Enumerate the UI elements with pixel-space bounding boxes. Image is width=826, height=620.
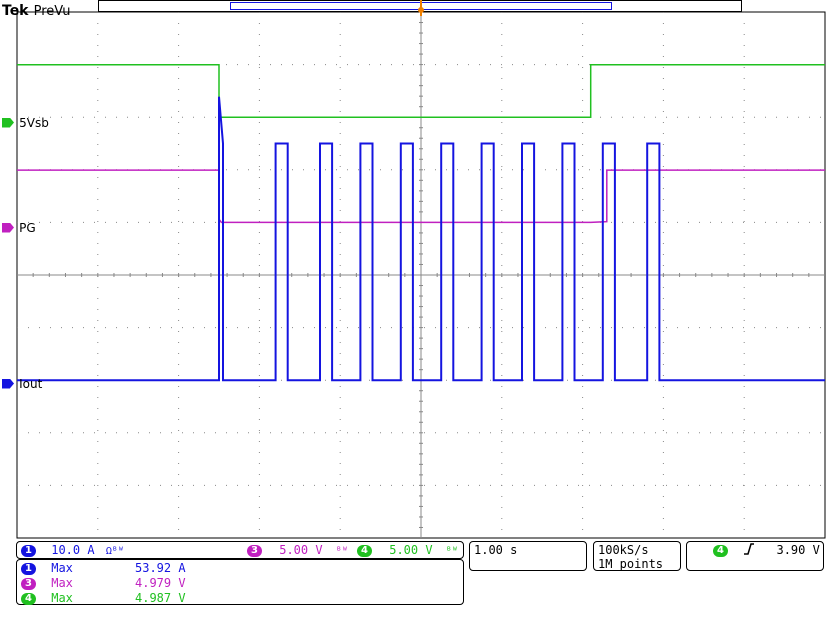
channel-4-marker-icon <box>2 117 14 128</box>
channel-settings-bar[interactable]: 1 10.0 A Ωᴮᵂ 3 5.00 V ᴮᵂ 4 5.00 V ᴮᵂ <box>16 541 464 559</box>
ch3-scale: 5.00 V <box>279 543 323 557</box>
channel-4-label: 5Vsb <box>2 112 49 131</box>
measurement-row: 1 Max 53.92 A <box>21 561 186 575</box>
trigger-position-icon <box>418 7 424 13</box>
ch3-bandwidth-flag: ᴮᵂ <box>335 546 348 557</box>
measurement-1-value: 53.92 A <box>135 561 186 575</box>
measurements-panel: 1 Max 53.92 A 3 Max 4.979 V 4 Max 4.987 … <box>16 559 464 605</box>
measurement-row: 4 Max 4.987 V <box>21 591 186 605</box>
measurement-1-badge: 1 <box>21 562 36 575</box>
ch4-bandwidth-flag: ᴮᵂ <box>445 546 458 557</box>
ch4-badge: 4 <box>357 544 372 557</box>
timebase-box[interactable]: 1.00 s <box>469 541 587 571</box>
measurement-row: 3 Max 4.979 V <box>21 576 186 590</box>
record-length: 1M points <box>598 557 664 571</box>
measurement-4-value: 4.987 V <box>135 591 186 605</box>
measurement-1-label: Max <box>51 561 73 575</box>
waveform-plot <box>16 0 826 539</box>
ch1-bandwidth-flag: Ωᴮᵂ <box>105 546 124 557</box>
channel-3-marker-icon <box>2 222 14 233</box>
measurement-3-badge: 3 <box>21 577 36 590</box>
timebase-value: 1.00 s <box>474 543 518 557</box>
oscilloscope-screen: Tek PreVu 5Vsb PG Iout 1 10.0 A Ωᴮᵂ 3 5.… <box>0 0 826 620</box>
ch1-scale: 10.0 A <box>51 543 95 557</box>
trigger-box[interactable]: 4 3.90 V <box>686 541 824 571</box>
ch3-badge: 3 <box>247 544 262 557</box>
ch4-scale: 5.00 V <box>389 543 433 557</box>
sample-rate: 100kS/s <box>598 543 649 557</box>
rising-edge-icon <box>743 543 755 558</box>
measurement-3-label: Max <box>51 576 73 590</box>
trigger-source-badge: 4 <box>713 544 728 557</box>
measurement-4-badge: 4 <box>21 592 36 605</box>
ch1-badge: 1 <box>21 544 36 557</box>
measurement-4-label: Max <box>51 591 73 605</box>
trigger-level: 3.90 V <box>776 543 820 557</box>
acquisition-box[interactable]: 100kS/s 1M points <box>593 541 681 571</box>
channel-1-label: Iout <box>2 373 42 392</box>
channel-3-name: PG <box>19 221 36 235</box>
measurement-3-value: 4.979 V <box>135 576 186 590</box>
channel-4-name: 5Vsb <box>19 116 49 130</box>
channel-1-marker-icon <box>2 378 14 389</box>
channel-1-name: Iout <box>19 377 43 391</box>
channel-3-label: PG <box>2 217 36 236</box>
